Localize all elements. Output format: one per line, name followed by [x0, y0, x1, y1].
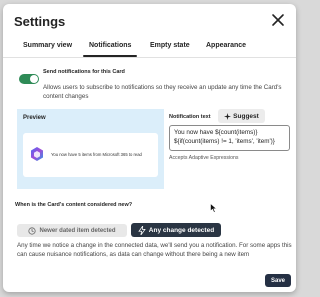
sparkle-icon [224, 112, 232, 120]
change-info-text: Any time we notice a change in the conne… [17, 242, 292, 258]
adaptive-expressions-hint: Accepts Adaptive Expressions [169, 155, 239, 161]
notifications-toggle[interactable] [19, 74, 39, 84]
any-change-label: Any change detected [148, 226, 215, 234]
lightning-icon [138, 225, 146, 235]
close-icon[interactable] [270, 12, 286, 28]
preview-text: You now have 5 items from Microsoft 365 … [51, 152, 142, 157]
suggest-label: Suggest [233, 112, 259, 120]
mouse-cursor-icon [210, 203, 217, 213]
clock-icon [28, 226, 37, 235]
save-button[interactable]: Save [265, 274, 291, 287]
toggle-knob [30, 75, 38, 83]
preview-label: Preview [23, 115, 46, 121]
microsoft-365-logo-icon [31, 147, 43, 161]
preview-card: You now have 5 items from Microsoft 365 … [23, 133, 158, 177]
send-notifications-label: Send notifications for this Card [43, 69, 125, 75]
when-content-new-label: When is the Card's content considered ne… [15, 202, 133, 208]
tab-empty-state[interactable]: Empty state [150, 42, 190, 49]
any-change-button[interactable]: Any change detected [131, 223, 221, 237]
tab-bar: Summary view Notifications Empty state A… [3, 36, 296, 58]
notification-text-input[interactable]: You now have ${count(items)} ${if(count(… [169, 125, 290, 151]
dialog-title: Settings [14, 14, 66, 29]
suggest-button[interactable]: Suggest [218, 109, 265, 123]
preview-panel: Preview You now have 5 items from Micros… [17, 109, 164, 189]
notification-text-label: Notification text [169, 114, 211, 120]
send-notifications-description: Allows users to subscribe to notificatio… [43, 84, 282, 100]
settings-dialog: Settings Summary view Notifications Empt… [3, 4, 296, 292]
newer-dated-item-label: Newer dated item detected [39, 227, 116, 234]
tab-summary-view[interactable]: Summary view [23, 42, 72, 49]
newer-dated-item-button[interactable]: Newer dated item detected [17, 224, 127, 237]
tab-appearance[interactable]: Appearance [206, 42, 246, 49]
tab-notifications[interactable]: Notifications [82, 42, 138, 57]
